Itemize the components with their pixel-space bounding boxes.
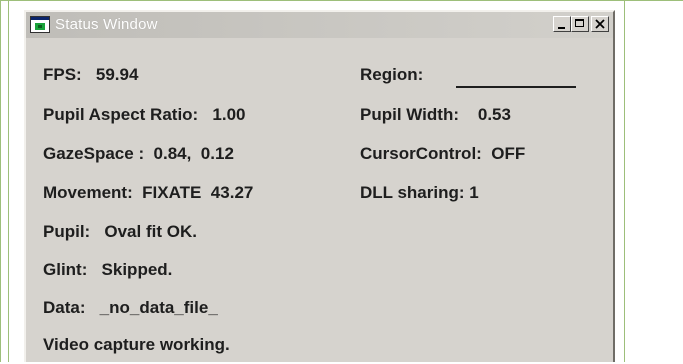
close-icon [595, 19, 605, 29]
maximize-button[interactable] [571, 16, 589, 32]
title-bar[interactable]: Status Window [26, 12, 613, 38]
minimize-icon [558, 27, 565, 29]
data-file-status: Data: _no_data_file_ [43, 298, 218, 317]
cursor-control-readout: CursorControl: OFF [360, 144, 526, 163]
dll-sharing-readout: DLL sharing: 1 [360, 183, 479, 202]
gaze-space-readout: GazeSpace : 0.84, 0.12 [43, 144, 234, 163]
minimize-button[interactable] [553, 16, 571, 32]
pupil-status: Pupil: Oval fit OK. [43, 222, 197, 241]
window-title: Status Window [55, 16, 158, 33]
close-button[interactable] [591, 16, 609, 32]
video-capture-status: Video capture working. [43, 335, 230, 354]
glint-status: Glint: Skipped. [43, 260, 173, 279]
right-divider [624, 0, 625, 362]
status-window: Status Window FPS: 59.94 Region: Pupil A… [24, 10, 615, 362]
left-divider [8, 0, 9, 362]
pupil-aspect-ratio-readout: Pupil Aspect Ratio: 1.00 [43, 105, 246, 124]
movement-readout: Movement: FIXATE 43.27 [43, 183, 254, 202]
fps-readout: FPS: 59.94 [43, 65, 139, 84]
app-window-icon [30, 16, 50, 33]
region-label: Region: [360, 65, 424, 84]
maximize-icon [575, 19, 584, 27]
pupil-width-readout: Pupil Width: 0.53 [360, 105, 511, 124]
status-content: FPS: 59.94 Region: Pupil Aspect Ratio: 1… [26, 38, 613, 364]
region-value-line [456, 86, 576, 88]
